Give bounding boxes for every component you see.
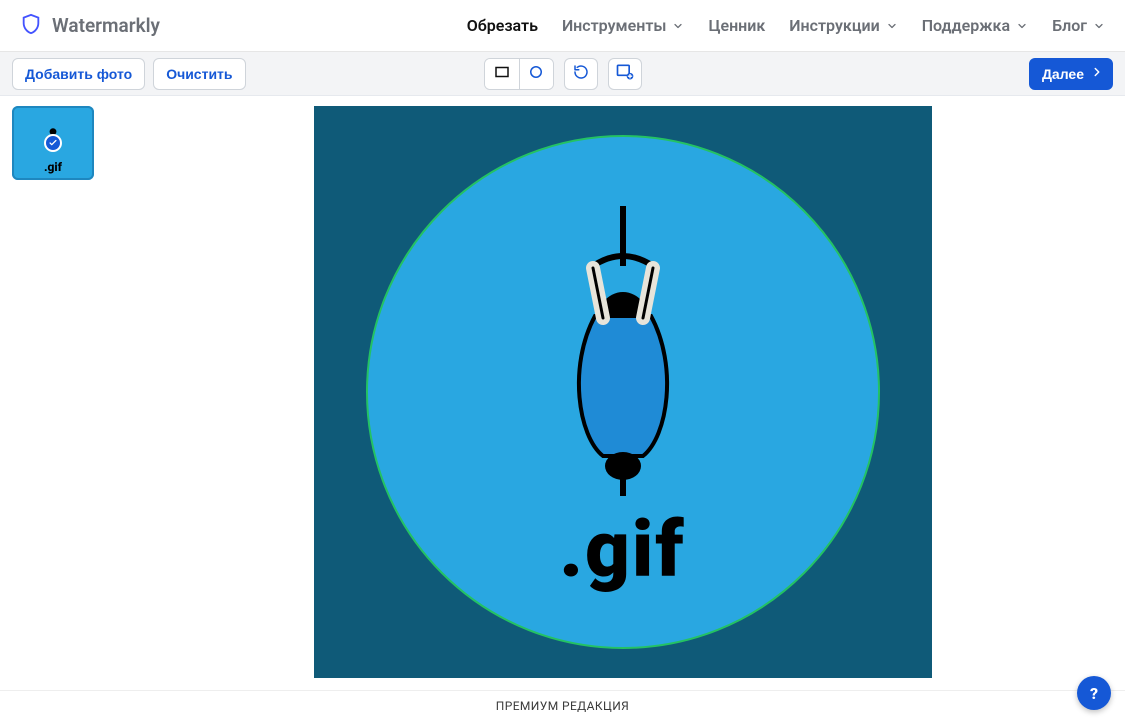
nav-pricing[interactable]: Ценник bbox=[708, 16, 765, 35]
rotate-button[interactable] bbox=[564, 58, 598, 90]
brand[interactable]: Watermarkly bbox=[20, 13, 160, 39]
thumbnail-label: .gif bbox=[44, 160, 62, 174]
premium-label: ПРЕМИУМ РЕДАКЦИЯ bbox=[496, 699, 629, 713]
help-button[interactable]: ? bbox=[1077, 676, 1111, 710]
add-photo-button[interactable]: Добавить фото bbox=[12, 58, 145, 90]
chevron-down-icon bbox=[672, 20, 684, 32]
workspace: .gif .gif bbox=[0, 96, 1125, 690]
brand-name: Watermarkly bbox=[52, 14, 160, 37]
stage: .gif bbox=[132, 106, 1113, 680]
toolbar: Добавить фото Очистить Далее bbox=[0, 52, 1125, 96]
thumbnail-list: .gif bbox=[12, 106, 112, 680]
chevron-down-icon bbox=[1016, 20, 1028, 32]
nav-support[interactable]: Поддержка bbox=[922, 16, 1028, 35]
footer: ПРЕМИУМ РЕДАКЦИЯ bbox=[0, 690, 1125, 720]
crop-add-icon bbox=[615, 62, 635, 85]
nav-instructions[interactable]: Инструкции bbox=[789, 16, 897, 35]
canvas[interactable]: .gif bbox=[314, 106, 932, 678]
help-icon: ? bbox=[1090, 684, 1098, 703]
nav-blog[interactable]: Блог bbox=[1052, 16, 1105, 35]
chevron-down-icon bbox=[886, 20, 898, 32]
canvas-label: .gif bbox=[559, 512, 685, 590]
top-nav: Watermarkly Обрезать Инструменты Ценник … bbox=[0, 0, 1125, 52]
shape-rectangle-button[interactable] bbox=[485, 59, 519, 89]
rotate-icon bbox=[572, 63, 590, 84]
circle-icon bbox=[527, 63, 545, 84]
nav-links: Обрезать Инструменты Ценник Инструкции П… bbox=[467, 16, 1105, 35]
clear-button[interactable]: Очистить bbox=[153, 58, 245, 90]
add-to-crop-button[interactable] bbox=[608, 58, 642, 90]
rectangle-icon bbox=[493, 63, 511, 84]
chevron-down-icon bbox=[1093, 20, 1105, 32]
nav-crop[interactable]: Обрезать bbox=[467, 16, 538, 35]
crop-shape-controls bbox=[484, 58, 642, 90]
thumbnail-item[interactable]: .gif bbox=[12, 106, 94, 180]
shield-icon bbox=[20, 13, 42, 39]
chevron-right-icon bbox=[1090, 65, 1104, 82]
crop-circle[interactable]: .gif bbox=[367, 136, 879, 648]
check-icon bbox=[44, 134, 62, 152]
shape-segmented bbox=[484, 58, 554, 90]
shape-circle-button[interactable] bbox=[519, 59, 553, 89]
nav-tools[interactable]: Инструменты bbox=[562, 16, 685, 35]
next-button[interactable]: Далее bbox=[1029, 58, 1113, 90]
cyclist-illustration bbox=[548, 206, 698, 506]
